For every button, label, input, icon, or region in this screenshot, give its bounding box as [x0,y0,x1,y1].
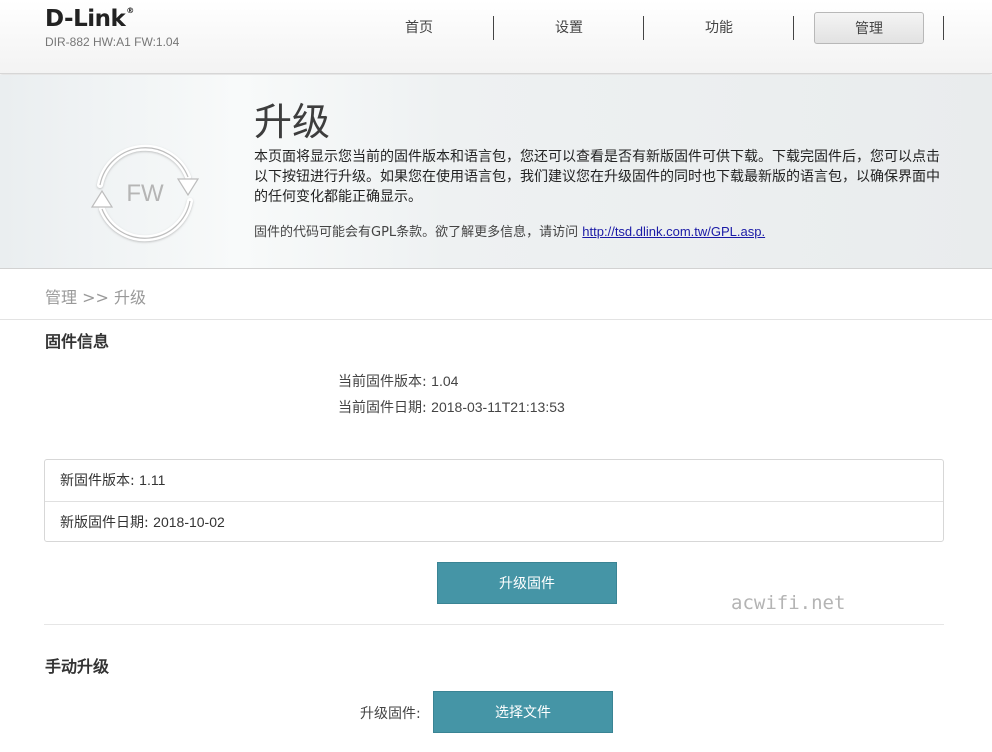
top-navigation-bar: D-Link® DIR-882 HW:A1 FW:1.04 首页 设置 功能 管… [0,0,992,74]
fw-refresh-icon: FW [90,144,200,242]
brand-name: D-Link [45,6,126,32]
nav-management[interactable]: 管理 [814,12,924,44]
nav-home[interactable]: 首页 [364,12,474,44]
nav-separator [643,16,644,40]
upgrade-firmware-label: 升级固件: [360,706,421,722]
current-date-label: 当前固件日期: [338,400,427,416]
upgrade-firmware-button[interactable]: 升级固件 [437,562,617,604]
gpl-link[interactable]: http://tsd.dlink.com.tw/GPL.asp. [582,224,765,239]
new-firmware-box: 新固件版本: 1.11 新版固件日期: 2018-10-02 [44,459,944,542]
nav-separator [493,16,494,40]
registered-mark: ® [126,6,134,15]
gpl-notice: 固件的代码可能会有GPL条款。欲了解更多信息，请访问 http://tsd.dl… [254,221,765,240]
select-file-button[interactable]: 选择文件 [433,691,613,733]
gpl-text: 固件的代码可能会有GPL条款。欲了解更多信息，请访问 [254,225,579,240]
page-banner: FW 升级 本页面将显示您当前的固件版本和语言包，您还可以查看是否有新版固件可供… [0,75,992,269]
nav-features[interactable]: 功能 [664,12,774,44]
current-date-value: 2018-03-11T21:13:53 [431,399,565,415]
fw-icon-label: FW [126,180,164,207]
new-version-value: 1.11 [139,472,166,488]
divider [0,319,992,320]
new-date-row: 新版固件日期: 2018-10-02 [45,501,943,542]
current-date-line: 当前固件日期: 2018-03-11T21:13:53 [338,397,565,417]
page-description: 本页面将显示您当前的固件版本和语言包，您还可以查看是否有新版固件可供下载。下载完… [254,149,940,205]
dlink-logo: D-Link® [45,6,134,32]
nav-separator [943,16,944,40]
breadcrumb: 管理 >> 升级 [45,288,146,307]
section-divider [44,624,944,625]
current-version-value: 1.04 [431,373,459,389]
device-model-info: DIR-882 HW:A1 FW:1.04 [45,35,180,49]
watermark: acwifi.net [731,592,846,614]
page-title: 升级 [254,100,331,144]
nav-separator [793,16,794,40]
new-version-row: 新固件版本: 1.11 [45,460,943,501]
new-date-label: 新版固件日期: [60,515,149,531]
new-version-label: 新固件版本: [60,473,135,489]
nav-settings[interactable]: 设置 [514,12,624,44]
current-version-label: 当前固件版本: [338,374,427,390]
current-version-line: 当前固件版本: 1.04 [338,371,458,391]
new-date-value: 2018-10-02 [153,514,225,530]
firmware-info-title: 固件信息 [45,332,110,351]
manual-upgrade-title: 手动升级 [45,657,110,676]
